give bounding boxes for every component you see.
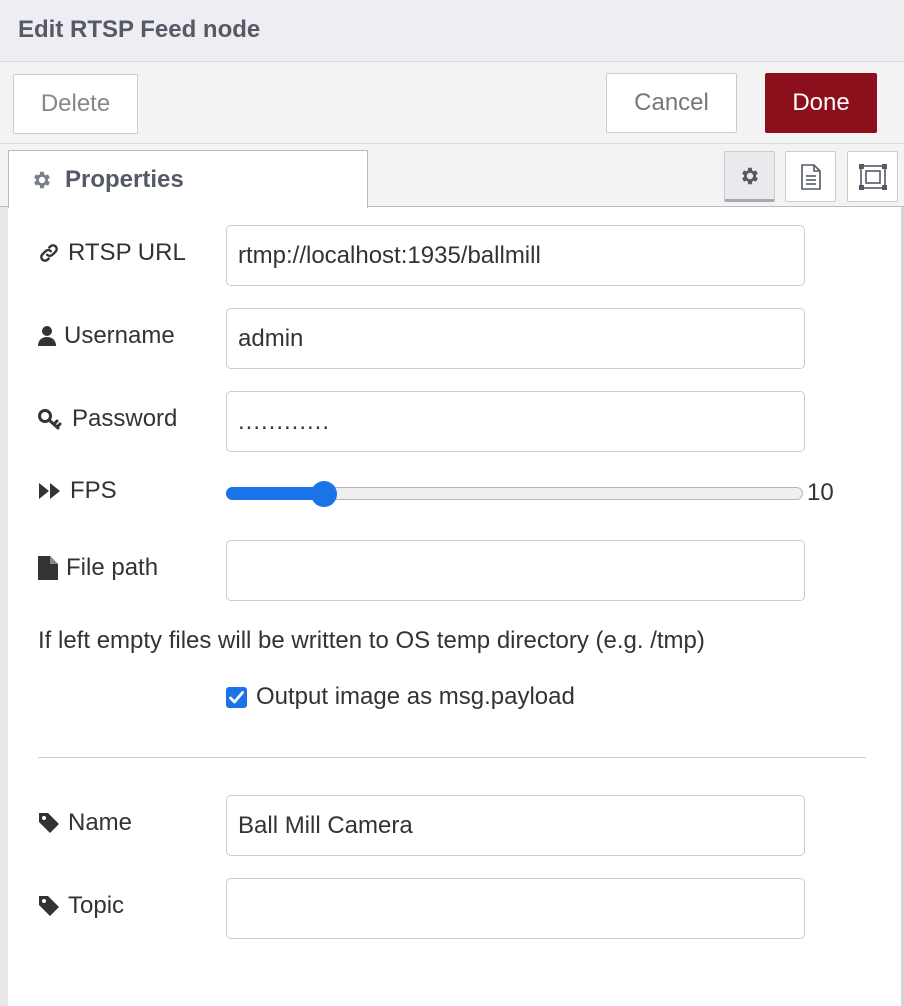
fps-label: FPS [38, 477, 117, 505]
password-input[interactable] [226, 391, 805, 452]
user-icon [38, 326, 56, 346]
name-input[interactable] [226, 795, 805, 856]
topic-label: Topic [38, 892, 124, 920]
password-label: Password [38, 405, 177, 433]
dialog-toolbar: Delete Cancel Done [0, 62, 904, 144]
rtsp-url-label-text: RTSP URL [68, 239, 186, 266]
dialog-title: Edit RTSP Feed node [18, 16, 261, 43]
output-image-checkbox[interactable] [226, 686, 247, 708]
tab-properties[interactable]: Properties [8, 150, 368, 208]
description-icon [800, 163, 821, 190]
key-icon [38, 409, 62, 430]
username-label: Username [38, 322, 175, 350]
fps-label-text: FPS [70, 477, 117, 504]
output-image-label: Output image as msg.payload [256, 683, 575, 710]
delete-button[interactable]: Delete [13, 74, 138, 134]
file-icon [38, 556, 58, 580]
password-label-text: Password [72, 405, 178, 432]
tab-bar: Properties [0, 144, 904, 208]
topic-input[interactable] [226, 878, 805, 939]
link-icon [40, 244, 58, 262]
fps-slider-fill [226, 487, 324, 500]
fps-value: 10 [807, 479, 834, 506]
output-image-option[interactable]: Output image as msg.payload [226, 683, 575, 711]
file-path-hint: If left empty files will be written to O… [38, 627, 705, 654]
properties-tab-button[interactable] [724, 151, 775, 202]
file-path-input[interactable] [226, 540, 805, 601]
username-label-text: Username [64, 322, 175, 349]
description-tab-button[interactable] [785, 151, 836, 202]
appearance-tab-button[interactable] [847, 151, 898, 202]
appearance-icon [858, 163, 887, 190]
name-label-text: Name [68, 809, 133, 836]
checkmark-icon [229, 690, 244, 703]
username-input[interactable] [226, 308, 805, 369]
file-path-label: File path [38, 554, 158, 582]
cancel-button[interactable]: Cancel [606, 73, 737, 133]
tag-icon [39, 813, 59, 833]
name-label: Name [38, 809, 132, 837]
fps-slider[interactable] [226, 481, 805, 507]
rtsp-url-input[interactable] [226, 225, 805, 286]
gear-icon [34, 171, 50, 188]
done-button[interactable]: Done [765, 73, 877, 133]
dialog-titlebar: Edit RTSP Feed node [0, 0, 904, 62]
topic-label-text: Topic [68, 892, 125, 919]
gear-icon [741, 167, 758, 184]
file-path-label-text: File path [66, 554, 159, 581]
fps-slider-thumb[interactable] [311, 481, 337, 507]
divider [38, 757, 866, 758]
tag-icon [39, 896, 59, 916]
tab-properties-label: Properties [65, 165, 184, 193]
rtsp-url-label: RTSP URL [38, 239, 186, 267]
fast-forward-icon [39, 483, 60, 499]
